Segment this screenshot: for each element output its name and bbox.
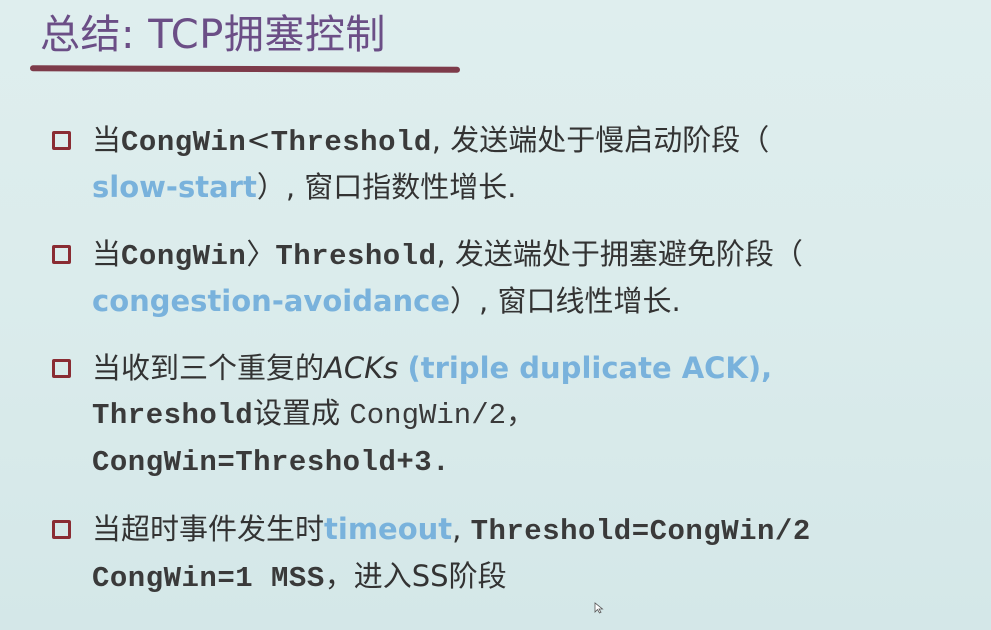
bullet-text: 设置成: [253, 396, 341, 430]
bullet-text: 当收到三个重复的: [92, 351, 325, 385]
slide: 总结: TCP拥塞控制 当CongWin<Threshold, 发送端处于慢启动…: [0, 0, 991, 630]
bullet-square-icon: [52, 359, 71, 378]
bullet-timeout: 当超时事件发生时timeout, Threshold=CongWin/2 Con…: [52, 507, 972, 601]
bullet-text: ,: [452, 512, 471, 546]
congestion-avoidance-term: congestion-avoidance: [92, 284, 451, 318]
acks-term: ACKs: [324, 351, 399, 385]
threshold-term: Threshold: [270, 126, 432, 159]
bullet-square-icon: [52, 245, 71, 264]
bullet-text: 当: [92, 123, 122, 157]
bullet-text: ，进入SS阶段: [324, 559, 507, 593]
less-than-symbol: <: [246, 123, 271, 157]
threshold-term: Threshold: [275, 240, 437, 273]
slide-title: 总结: TCP拥塞控制: [40, 12, 386, 58]
congwin-term: CongWin: [121, 126, 247, 159]
slow-start-term: slow-start: [92, 170, 257, 204]
congwin-half-term: CongWin/2，: [349, 399, 536, 432]
bullet-list: 当CongWin<Threshold, 发送端处于慢启动阶段（ slow-sta…: [52, 118, 972, 623]
bullet-congestion-avoidance: 当CongWin〉Threshold, 发送端处于拥塞避免阶段（ congest…: [52, 232, 972, 324]
bullet-triple-dup-ack: 当收到三个重复的ACKs (triple duplicate ACK), Thr…: [52, 346, 972, 485]
triple-dup-ack-term: (triple duplicate ACK),: [407, 351, 773, 385]
congwin-term: CongWin: [121, 240, 247, 273]
bullet-text: , 发送端处于拥塞避免阶段（: [436, 237, 803, 271]
threshold-term: Threshold: [92, 399, 254, 432]
mouse-pointer-icon: [594, 602, 604, 614]
bullet-square-icon: [52, 131, 71, 150]
bullet-text: 当超时事件发生时: [92, 512, 325, 546]
bullet-text: ）, 窗口线性增长.: [450, 284, 681, 318]
threshold-formula: Threshold=CongWin/2: [470, 515, 811, 548]
congwin-formula: CongWin=Threshold+3.: [92, 446, 451, 479]
greater-than-symbol: 〉: [246, 237, 276, 271]
bullet-slow-start: 当CongWin<Threshold, 发送端处于慢启动阶段（ slow-sta…: [52, 118, 972, 210]
congwin-mss-formula: CongWin=1 MSS: [92, 562, 325, 595]
bullet-text: ）, 窗口指数性增长.: [256, 170, 517, 204]
bullet-text: , 发送端处于慢启动阶段（: [431, 123, 770, 157]
bullet-square-icon: [52, 520, 71, 539]
bullet-text: 当: [92, 237, 122, 271]
title-underline: [29, 65, 461, 73]
timeout-term: timeout: [324, 512, 453, 546]
